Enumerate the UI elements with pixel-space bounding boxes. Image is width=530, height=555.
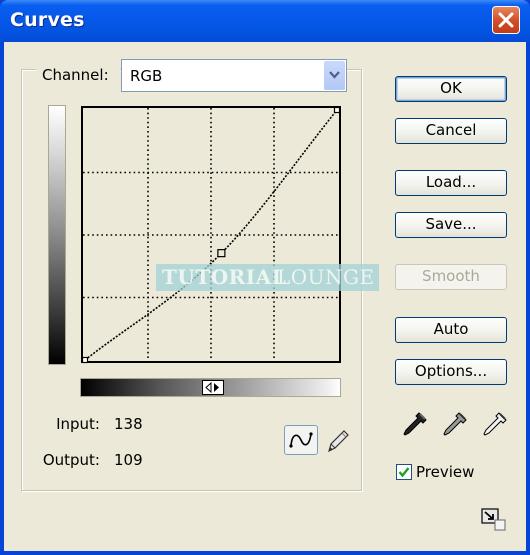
- output-label: Output:: [42, 451, 100, 469]
- curves-dialog: Curves Channel: RGB TUTORIAL LOUNGE Inpu…: [0, 0, 530, 555]
- preview-label[interactable]: Preview: [416, 463, 474, 481]
- watermark-light: LOUNGE: [277, 265, 375, 289]
- expand-view-icon[interactable]: [481, 508, 507, 532]
- gray-point-eyedropper-icon[interactable]: [440, 410, 470, 440]
- input-label: Input:: [56, 415, 100, 433]
- input-value: 138: [114, 415, 143, 433]
- dialog-body: Channel: RGB TUTORIAL LOUNGE Input: 138 …: [4, 42, 526, 551]
- ok-button[interactable]: OK: [395, 76, 507, 102]
- save-button[interactable]: Save...: [395, 212, 507, 238]
- watermark: TUTORIAL LOUNGE: [156, 264, 379, 291]
- curve-control-point[interactable]: [81, 356, 89, 364]
- close-button[interactable]: [492, 6, 520, 34]
- title-bar[interactable]: Curves: [0, 0, 530, 42]
- channel-select-value: RGB: [130, 67, 163, 85]
- channel-select[interactable]: RGB: [121, 59, 347, 92]
- window-title: Curves: [10, 9, 85, 31]
- preview-checkbox[interactable]: [396, 464, 412, 480]
- chevron-down-icon[interactable]: [324, 61, 345, 90]
- options-button[interactable]: Options...: [395, 359, 507, 385]
- white-point-eyedropper-icon[interactable]: [480, 410, 510, 440]
- curve-icon: [289, 432, 313, 448]
- left-right-arrows-icon: [205, 382, 219, 393]
- pencil-tool-button[interactable]: [324, 427, 352, 455]
- close-x-icon: [498, 12, 514, 28]
- watermark-bold: TUTORIAL: [162, 265, 287, 289]
- output-gradient-bar: [48, 105, 66, 365]
- curve-graph[interactable]: [81, 106, 343, 365]
- load-button[interactable]: Load...: [395, 170, 507, 196]
- cancel-button[interactable]: Cancel: [395, 118, 507, 144]
- gradient-direction-toggle[interactable]: [202, 380, 224, 395]
- black-point-eyedropper-icon[interactable]: [400, 410, 430, 440]
- curve-control-point[interactable]: [333, 106, 341, 114]
- smooth-button: Smooth: [395, 264, 507, 290]
- curve-control-point[interactable]: [217, 249, 226, 258]
- auto-button[interactable]: Auto: [395, 317, 507, 343]
- checkmark-icon: [398, 467, 410, 478]
- output-value: 109: [114, 451, 143, 469]
- input-gradient-bar[interactable]: [80, 378, 341, 397]
- curve-tool-button[interactable]: [284, 425, 318, 455]
- channel-label: Channel:: [42, 66, 109, 84]
- pencil-icon: [328, 430, 349, 453]
